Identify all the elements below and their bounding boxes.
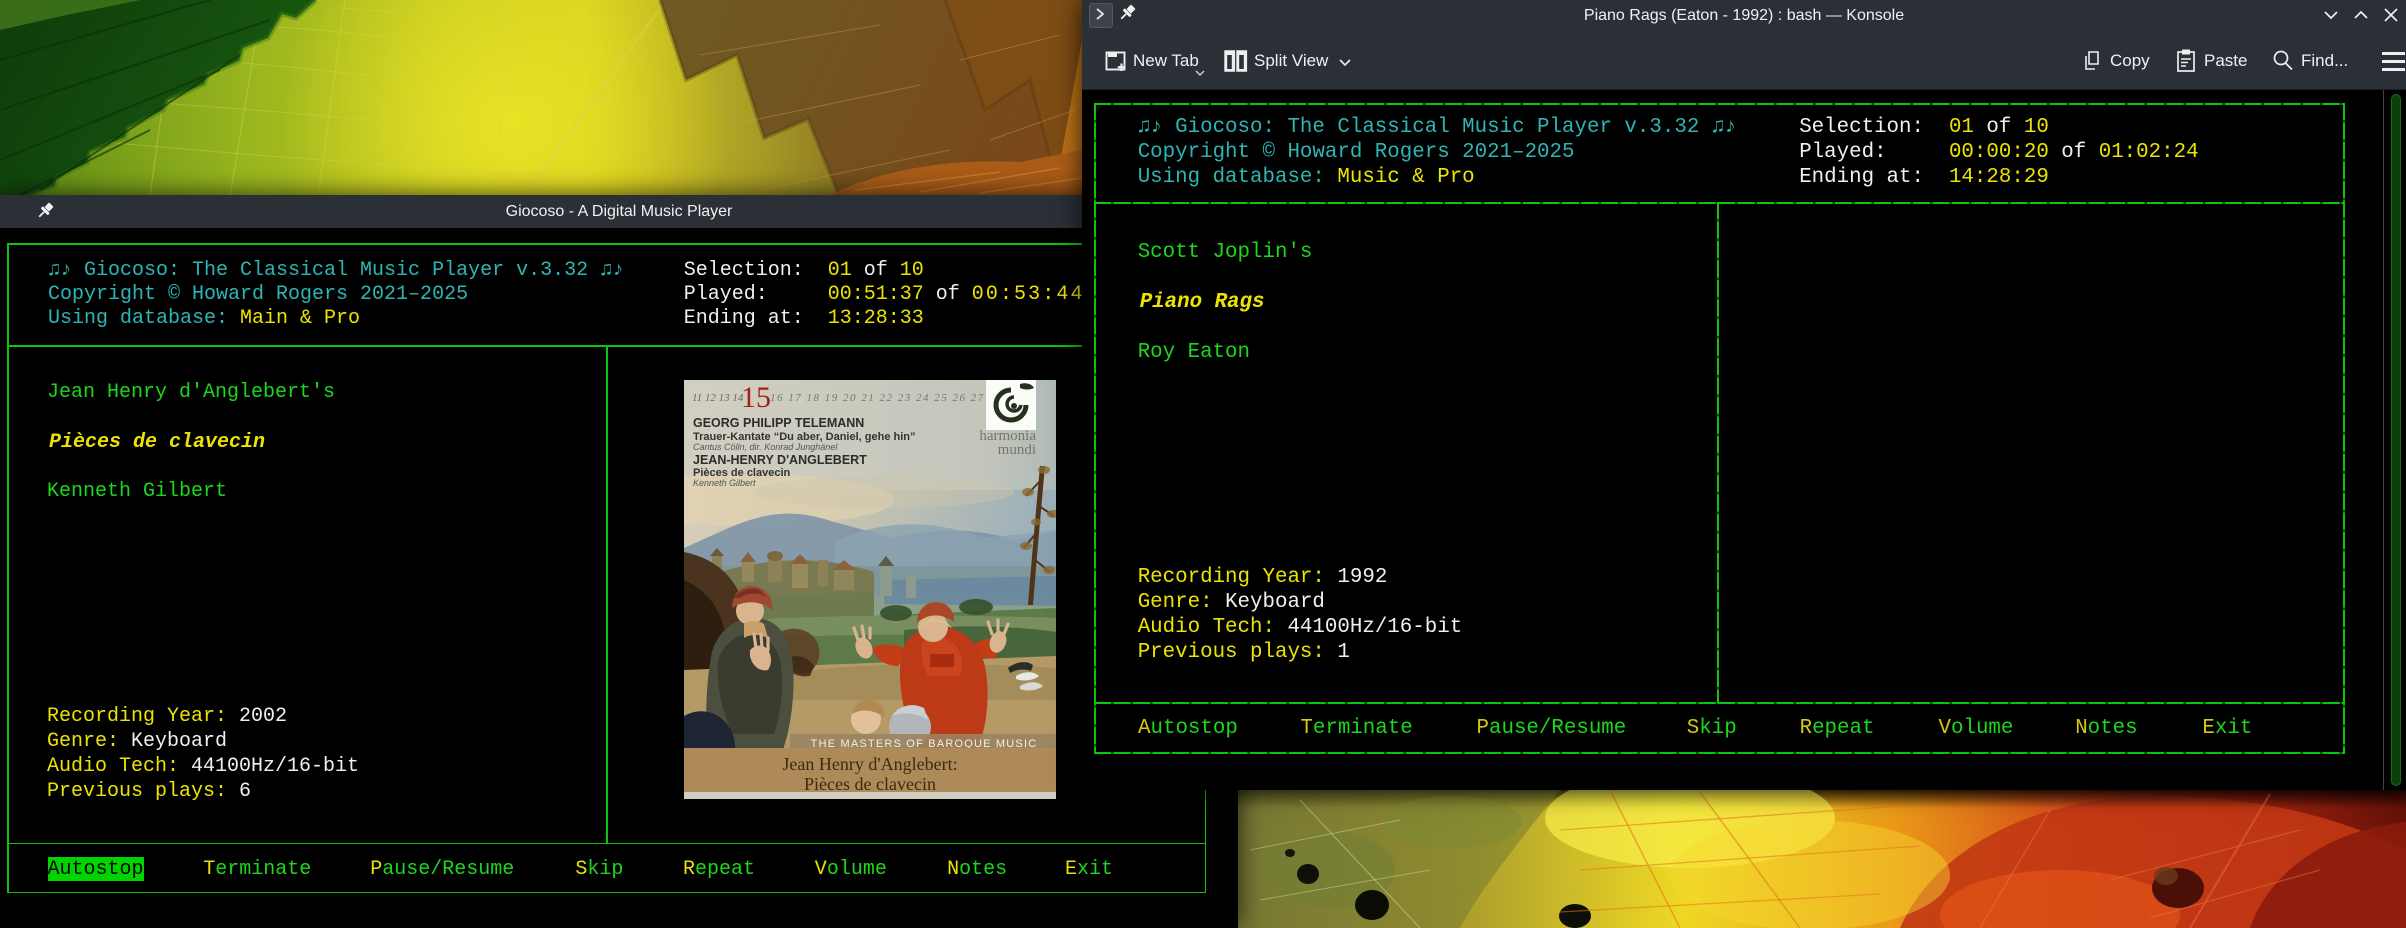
svg-text:11 12 13 14: 11 12 13 14 — [692, 392, 744, 404]
svg-text:15: 15 — [741, 381, 771, 414]
svg-text:Cantus Cölln, dir. Konrad Jung: Cantus Cölln, dir. Konrad Junghänel — [693, 442, 838, 452]
svg-text:GEORG PHILIPP TELEMANN: GEORG PHILIPP TELEMANN — [693, 416, 864, 430]
svg-text:JEAN-HENRY D'ANGLEBERT: JEAN-HENRY D'ANGLEBERT — [693, 453, 867, 467]
svg-text:mundi: mundi — [998, 442, 1036, 458]
svg-text:Pièces de clavecin: Pièces de clavecin — [804, 774, 936, 794]
svg-text:Kenneth Gilbert: Kenneth Gilbert — [693, 478, 756, 488]
svg-text:Jean Henry d'Anglebert:: Jean Henry d'Anglebert: — [782, 754, 957, 774]
svg-text:16 17 18 19 20 21 22 23 24 25: 16 17 18 19 20 21 22 23 24 25 26 27 — [770, 392, 985, 404]
